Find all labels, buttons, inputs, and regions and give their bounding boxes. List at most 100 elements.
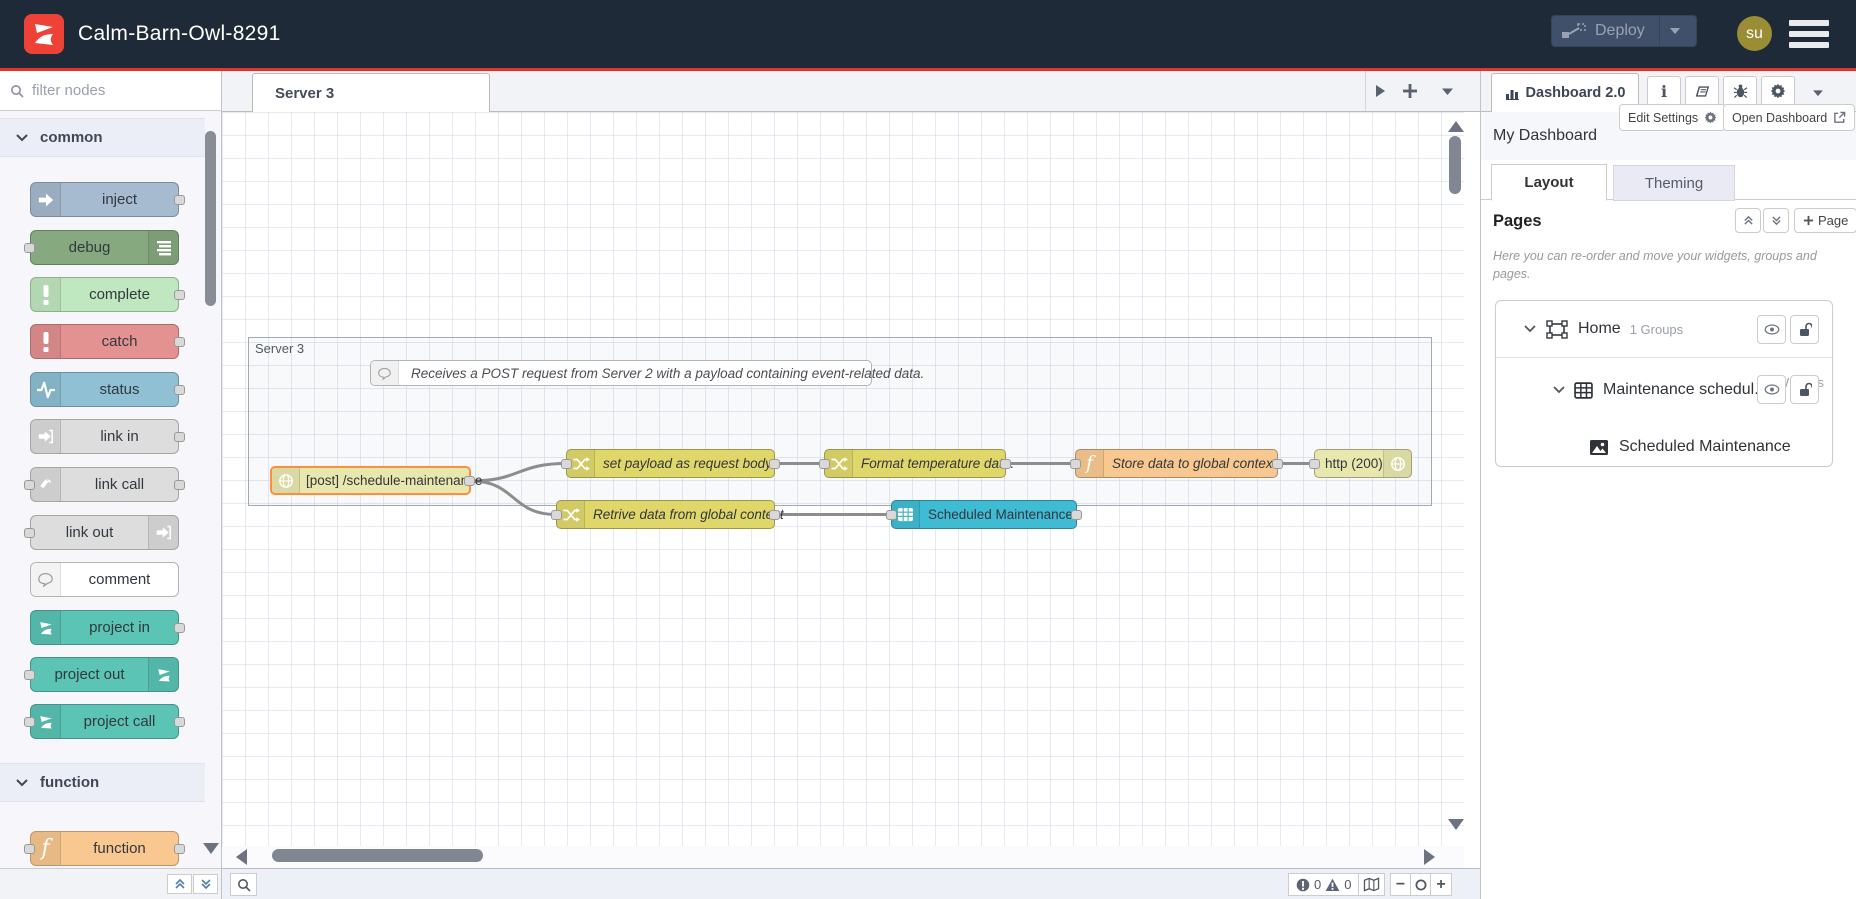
tab-layout[interactable]: Layout <box>1491 164 1607 201</box>
palette-node-function[interactable]: f function <box>24 831 185 866</box>
project-out-icon <box>148 658 178 691</box>
sidebar-menu-dropdown[interactable] <box>1803 79 1833 107</box>
node-port[interactable] <box>1071 509 1082 520</box>
node-port[interactable] <box>886 509 897 520</box>
node-port[interactable] <box>174 336 185 347</box>
node-port[interactable] <box>24 242 35 253</box>
palette-node-link-in[interactable]: link in <box>30 419 185 454</box>
node-port[interactable] <box>769 509 780 520</box>
node-port[interactable] <box>24 527 35 538</box>
info-tab-button[interactable]: i <box>1647 76 1681 106</box>
add-flow-button[interactable] <box>1395 77 1425 105</box>
visibility-toggle-button[interactable] <box>1757 315 1786 344</box>
flow-tab-server3[interactable]: Server 3 <box>252 73 490 112</box>
lock-toggle-button[interactable] <box>1790 315 1819 344</box>
palette-node-project-call[interactable]: project call <box>24 704 185 739</box>
flow-list-button[interactable] <box>1432 77 1462 105</box>
palette-node-comment[interactable]: comment <box>30 562 179 597</box>
book-icon <box>1695 85 1710 97</box>
node-change-format-temperature[interactable]: Format temperature data. <box>819 449 1014 478</box>
palette-category-common[interactable]: common <box>0 118 205 157</box>
node-port[interactable] <box>819 458 830 469</box>
node-port[interactable] <box>24 843 35 854</box>
node-port[interactable] <box>174 479 185 490</box>
node-port[interactable] <box>174 843 185 854</box>
canvas-scroll-down-arrow[interactable] <box>1448 819 1464 830</box>
node-function-store-data[interactable]: f Store data to global context <box>1070 449 1283 478</box>
debug-tab-button[interactable] <box>1723 76 1757 106</box>
deploy-label: Deploy <box>1595 22 1645 39</box>
canvas-vertical-scrollbar-thumb[interactable] <box>1449 136 1461 194</box>
palette-category-function[interactable]: function <box>0 763 205 802</box>
palette-filter[interactable]: filter nodes <box>0 71 221 111</box>
add-page-button[interactable]: Page <box>1794 208 1856 233</box>
node-http-in[interactable]: [post] /schedule-maintenance <box>270 466 482 495</box>
node-port[interactable] <box>769 458 780 469</box>
node-ui-table-scheduled-maintenance[interactable]: Scheduled Maintenance <box>886 500 1082 529</box>
node-port[interactable] <box>24 716 35 727</box>
palette-node-debug[interactable]: debug <box>24 230 179 265</box>
palette-scrollbar-thumb[interactable] <box>205 131 216 306</box>
collapse-all-button[interactable] <box>167 874 192 894</box>
palette-node-status[interactable]: status <box>30 372 185 407</box>
canvas-horizontal-scrollbar-thumb[interactable] <box>272 849 483 862</box>
tab-scroll-right-button[interactable] <box>1365 77 1395 105</box>
edit-settings-button[interactable]: Edit Settings <box>1619 104 1727 131</box>
zoom-reset-button[interactable] <box>1411 874 1431 895</box>
tree-row-group[interactable]: Maintenance schedul... <box>1496 363 1832 417</box>
node-http-response[interactable]: http (200) <box>1309 449 1412 478</box>
node-port[interactable] <box>24 479 35 490</box>
node-port[interactable] <box>174 431 185 442</box>
comment-node[interactable]: Receives a POST request from Server 2 wi… <box>370 360 924 386</box>
node-port[interactable] <box>464 475 475 486</box>
canvas-scroll-right-arrow[interactable] <box>1424 849 1435 865</box>
help-tab-button[interactable] <box>1685 76 1719 106</box>
node-port[interactable] <box>551 509 562 520</box>
navigator-button[interactable] <box>1358 873 1385 896</box>
node-port[interactable] <box>561 458 572 469</box>
palette-node-link-out[interactable]: link out <box>24 515 179 550</box>
config-tab-button[interactable] <box>1761 76 1795 106</box>
node-port[interactable] <box>1000 458 1011 469</box>
unlock-icon <box>1799 382 1812 396</box>
node-port[interactable] <box>1309 458 1320 469</box>
palette-scroll-down-arrow[interactable] <box>203 843 219 854</box>
node-port[interactable] <box>1070 458 1081 469</box>
expand-all-button[interactable] <box>193 874 218 894</box>
node-port[interactable] <box>174 716 185 727</box>
node-change-retrieve-data[interactable]: Retrive data from global context <box>551 500 784 529</box>
node-port[interactable] <box>174 384 185 395</box>
node-port[interactable] <box>24 669 35 680</box>
canvas-search-button[interactable] <box>230 873 257 896</box>
palette-node-project-out[interactable]: project out <box>24 657 179 692</box>
node-port[interactable] <box>174 194 185 205</box>
visibility-toggle-button[interactable] <box>1757 375 1786 404</box>
palette-node-project-in[interactable]: project in <box>30 610 185 645</box>
canvas-scroll-up-arrow[interactable] <box>1448 121 1464 132</box>
palette-node-complete[interactable]: complete <box>30 277 185 312</box>
tab-theming[interactable]: Theming <box>1613 165 1735 201</box>
palette-node-link-call[interactable]: link call <box>24 467 185 502</box>
zoom-out-button[interactable]: − <box>1391 874 1411 895</box>
deploy-button[interactable]: Deploy <box>1551 15 1697 47</box>
node-port[interactable] <box>174 289 185 300</box>
lock-toggle-button[interactable] <box>1790 375 1819 404</box>
node-change-set-payload[interactable]: set payload as request body <box>561 449 780 478</box>
open-dashboard-button[interactable]: Open Dashboard <box>1723 104 1856 131</box>
node-port[interactable] <box>1272 458 1283 469</box>
palette-node-inject[interactable]: inject <box>30 182 185 217</box>
flow-canvas[interactable]: Server 3 Receives a POST request from Se… <box>222 112 1464 846</box>
main-menu-button[interactable] <box>1789 20 1829 48</box>
canvas-scroll-left-arrow[interactable] <box>236 849 247 865</box>
zoom-in-button[interactable]: + <box>1431 874 1451 895</box>
node-port[interactable] <box>174 622 185 633</box>
tab-dashboard-2[interactable]: Dashboard 2.0 <box>1491 73 1639 112</box>
notification-counts[interactable]: 0 0 <box>1288 873 1360 896</box>
expand-pages-button[interactable] <box>1763 208 1789 233</box>
globe-icon <box>1383 450 1411 477</box>
collapse-pages-button[interactable] <box>1735 208 1761 233</box>
palette-node-catch[interactable]: catch <box>30 324 185 359</box>
user-avatar[interactable]: su <box>1737 16 1772 51</box>
tree-row-widget[interactable]: Scheduled Maintenance <box>1496 429 1832 465</box>
tree-row-home[interactable]: Home 1 Groups <box>1496 301 1832 358</box>
